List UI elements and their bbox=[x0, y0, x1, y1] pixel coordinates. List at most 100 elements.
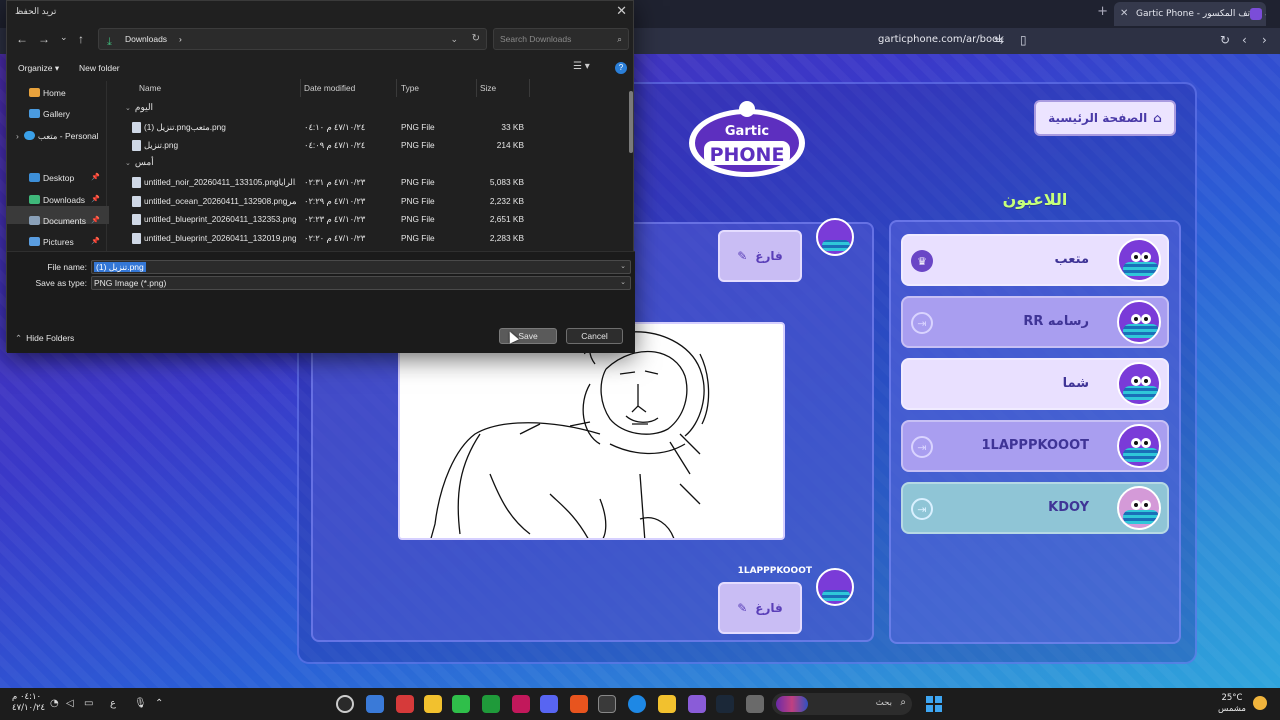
steam-icon[interactable] bbox=[716, 695, 734, 713]
clock[interactable]: ٠٤:١٠ م ٤٧/١٠/٢٤ bbox=[12, 692, 45, 714]
taskbar: ٠٤:١٠ م ٤٧/١٠/٢٤ ◔ ◁ ▭ ع 🎙 ⌃ بحث ⌕ 25°C … bbox=[0, 688, 1280, 720]
chevron-up-icon[interactable]: ⌃ bbox=[155, 698, 163, 709]
network-icon[interactable]: ◔ bbox=[50, 698, 59, 709]
file-name: untitled_blueprint_20260411_132019.png..… bbox=[144, 233, 296, 243]
breadcrumb[interactable]: ⤓ Downloads › ⌄ ↻ bbox=[98, 28, 487, 50]
back-icon[interactable]: ‹ bbox=[1242, 33, 1247, 47]
forward-icon[interactable]: → bbox=[38, 32, 50, 46]
dialog-toolbar: Organize ▾ New folder ☰ ▾ ? bbox=[7, 58, 635, 78]
forward-icon[interactable]: › bbox=[1262, 33, 1267, 47]
edge-icon[interactable] bbox=[628, 695, 646, 713]
close-icon[interactable]: ✕ bbox=[616, 3, 627, 19]
taskbar-search[interactable]: بحث ⌕ bbox=[772, 693, 912, 715]
store-icon[interactable] bbox=[598, 695, 616, 713]
group-header[interactable]: ⌄ اليوم bbox=[125, 102, 153, 113]
app-icon[interactable] bbox=[746, 695, 764, 713]
pictures-icon bbox=[29, 237, 40, 246]
app-icon[interactable] bbox=[424, 695, 442, 713]
view-options-icon[interactable]: ☰ ▾ bbox=[573, 61, 590, 72]
app-icon[interactable] bbox=[688, 695, 706, 713]
nav-item-home[interactable]: Home bbox=[29, 84, 109, 102]
home-button-label: الصفحة الرئيسية bbox=[1048, 111, 1148, 125]
exit-icon[interactable]: ⇥ bbox=[911, 436, 933, 458]
close-tab-icon[interactable]: ✕ bbox=[1120, 2, 1128, 26]
nav-item-pictures[interactable]: Pictures 📌 bbox=[29, 233, 109, 251]
column-size[interactable]: Size bbox=[480, 83, 496, 93]
file-size: 5,083 KB bbox=[489, 177, 524, 187]
app-icon[interactable] bbox=[366, 695, 384, 713]
chevron-down-icon[interactable]: ⌄ bbox=[620, 261, 626, 273]
column-type[interactable]: Type bbox=[401, 83, 419, 93]
reload-icon[interactable]: ↻ bbox=[1220, 33, 1230, 47]
exit-icon[interactable]: ⇥ bbox=[911, 312, 933, 334]
xbox-icon[interactable] bbox=[482, 695, 500, 713]
volume-icon[interactable]: ◁ bbox=[66, 698, 74, 709]
group-header[interactable]: ⌄ أمس bbox=[125, 157, 154, 168]
pin-icon: 📌 bbox=[91, 217, 100, 224]
file-explorer-icon[interactable] bbox=[658, 695, 676, 713]
file-row[interactable]: تنزيل (1).pngمتعب.png ٤٧/١٠/٢٤ م ٠٤:١٠ P… bbox=[113, 118, 629, 136]
cancel-button[interactable]: Cancel bbox=[566, 328, 623, 344]
nav-item-downloads[interactable]: Downloads 📌 bbox=[29, 191, 109, 209]
documents-icon bbox=[29, 216, 40, 225]
nav-item-onedrive[interactable]: › متعب - Personal bbox=[16, 127, 108, 145]
png-file-icon bbox=[132, 122, 141, 133]
file-date: ٤٧/١٠/٢٣ م ٠٢:٢٠ bbox=[304, 233, 366, 243]
breadcrumb-location[interactable]: Downloads bbox=[125, 34, 167, 44]
new-folder-button[interactable]: New folder bbox=[79, 63, 120, 73]
exit-icon[interactable]: ⇥ bbox=[911, 498, 933, 520]
home-button[interactable]: ⌂ الصفحة الرئيسية bbox=[1034, 100, 1176, 136]
file-name-field[interactable]: تنزيل (1).png ⌄ bbox=[91, 260, 631, 274]
acrobat-icon[interactable] bbox=[512, 695, 530, 713]
app-icon[interactable] bbox=[396, 695, 414, 713]
nav-item-documents[interactable]: Documents 📌 bbox=[29, 212, 109, 230]
help-icon[interactable]: ? bbox=[615, 62, 627, 74]
recent-locations-icon[interactable]: ⌄ bbox=[60, 32, 68, 43]
player-name: 1LAPPPKOOOT bbox=[981, 438, 1090, 453]
png-file-icon bbox=[132, 177, 141, 188]
tab-gartic[interactable]: ✕ Gartic Phone - لعبة الهاتف المكسور bbox=[1114, 2, 1266, 26]
breadcrumb-chevron-icon[interactable]: › bbox=[179, 29, 182, 49]
windows-start-icon[interactable] bbox=[926, 696, 942, 712]
file-row[interactable]: untitled_blueprint_20260411_132019.png..… bbox=[113, 229, 629, 247]
file-name: تنزيل (1).pngمتعب.png bbox=[144, 122, 226, 132]
search-icon: ⌕ bbox=[617, 34, 622, 44]
new-tab-button[interactable]: + bbox=[1097, 4, 1108, 19]
brave-icon[interactable] bbox=[570, 695, 588, 713]
chevron-up-icon: ⌃ bbox=[15, 333, 23, 343]
scrollbar[interactable] bbox=[629, 91, 633, 153]
save-type-select[interactable]: PNG Image (*.png) ⌄ bbox=[91, 276, 631, 290]
battery-icon[interactable]: ▭ bbox=[84, 698, 93, 709]
obs-icon[interactable] bbox=[336, 695, 354, 713]
file-row[interactable]: untitled_blueprint_20260411_132353.png..… bbox=[113, 210, 629, 228]
site-settings-icon[interactable]: ⇋ bbox=[994, 33, 1004, 47]
file-row[interactable]: تنزيل.png ٤٧/١٠/٢٤ م ٠٤:٠٩ PNG File 214 … bbox=[113, 136, 629, 154]
back-icon[interactable]: ← bbox=[16, 32, 28, 46]
column-date[interactable]: Date modified bbox=[304, 83, 355, 93]
search-input[interactable]: Search Downloads ⌕ bbox=[493, 28, 629, 50]
file-name-label: File name: bbox=[47, 262, 87, 272]
organize-button[interactable]: Organize ▾ bbox=[18, 63, 59, 74]
column-name[interactable]: Name bbox=[139, 83, 161, 93]
file-date: ٤٧/١٠/٢٣ م ٠٢:٢٩ bbox=[304, 196, 366, 206]
up-icon[interactable]: ↑ bbox=[78, 32, 84, 46]
file-row[interactable]: untitled_ocean_20260411_132908.pngالمر..… bbox=[113, 192, 629, 210]
file-row[interactable]: untitled_noir_20260411_133105.pngالرايا.… bbox=[113, 173, 629, 191]
chevron-down-icon[interactable]: ⌄ bbox=[450, 29, 458, 49]
file-name: untitled_noir_20260411_133105.pngالرايا.… bbox=[144, 177, 296, 187]
url-field[interactable]: garticphone.com/ar/book bbox=[878, 34, 1004, 45]
save-dialog: تريد الحفظ ✕ ← → ⌄ ↑ ⤓ Downloads › ⌄ ↻ S… bbox=[6, 0, 635, 353]
file-type: PNG File bbox=[401, 140, 435, 150]
microphone-icon[interactable]: 🎙 bbox=[134, 698, 147, 709]
discord-icon[interactable] bbox=[540, 695, 558, 713]
empty-card: فارغ ✎ bbox=[718, 230, 802, 282]
nav-item-desktop[interactable]: Desktop 📌 bbox=[29, 169, 109, 187]
bookmark-icon[interactable]: ▯ bbox=[1020, 33, 1027, 47]
play-icon[interactable] bbox=[452, 695, 470, 713]
hide-folders-label: Hide Folders bbox=[26, 333, 75, 343]
nav-item-gallery[interactable]: Gallery bbox=[29, 105, 109, 123]
input-language[interactable]: ع bbox=[110, 698, 116, 709]
refresh-icon[interactable]: ↻ bbox=[472, 29, 480, 49]
weather-widget[interactable]: 25°C مشمس bbox=[1218, 693, 1246, 715]
hide-folders-button[interactable]: ⌃ Hide Folders bbox=[15, 333, 74, 344]
